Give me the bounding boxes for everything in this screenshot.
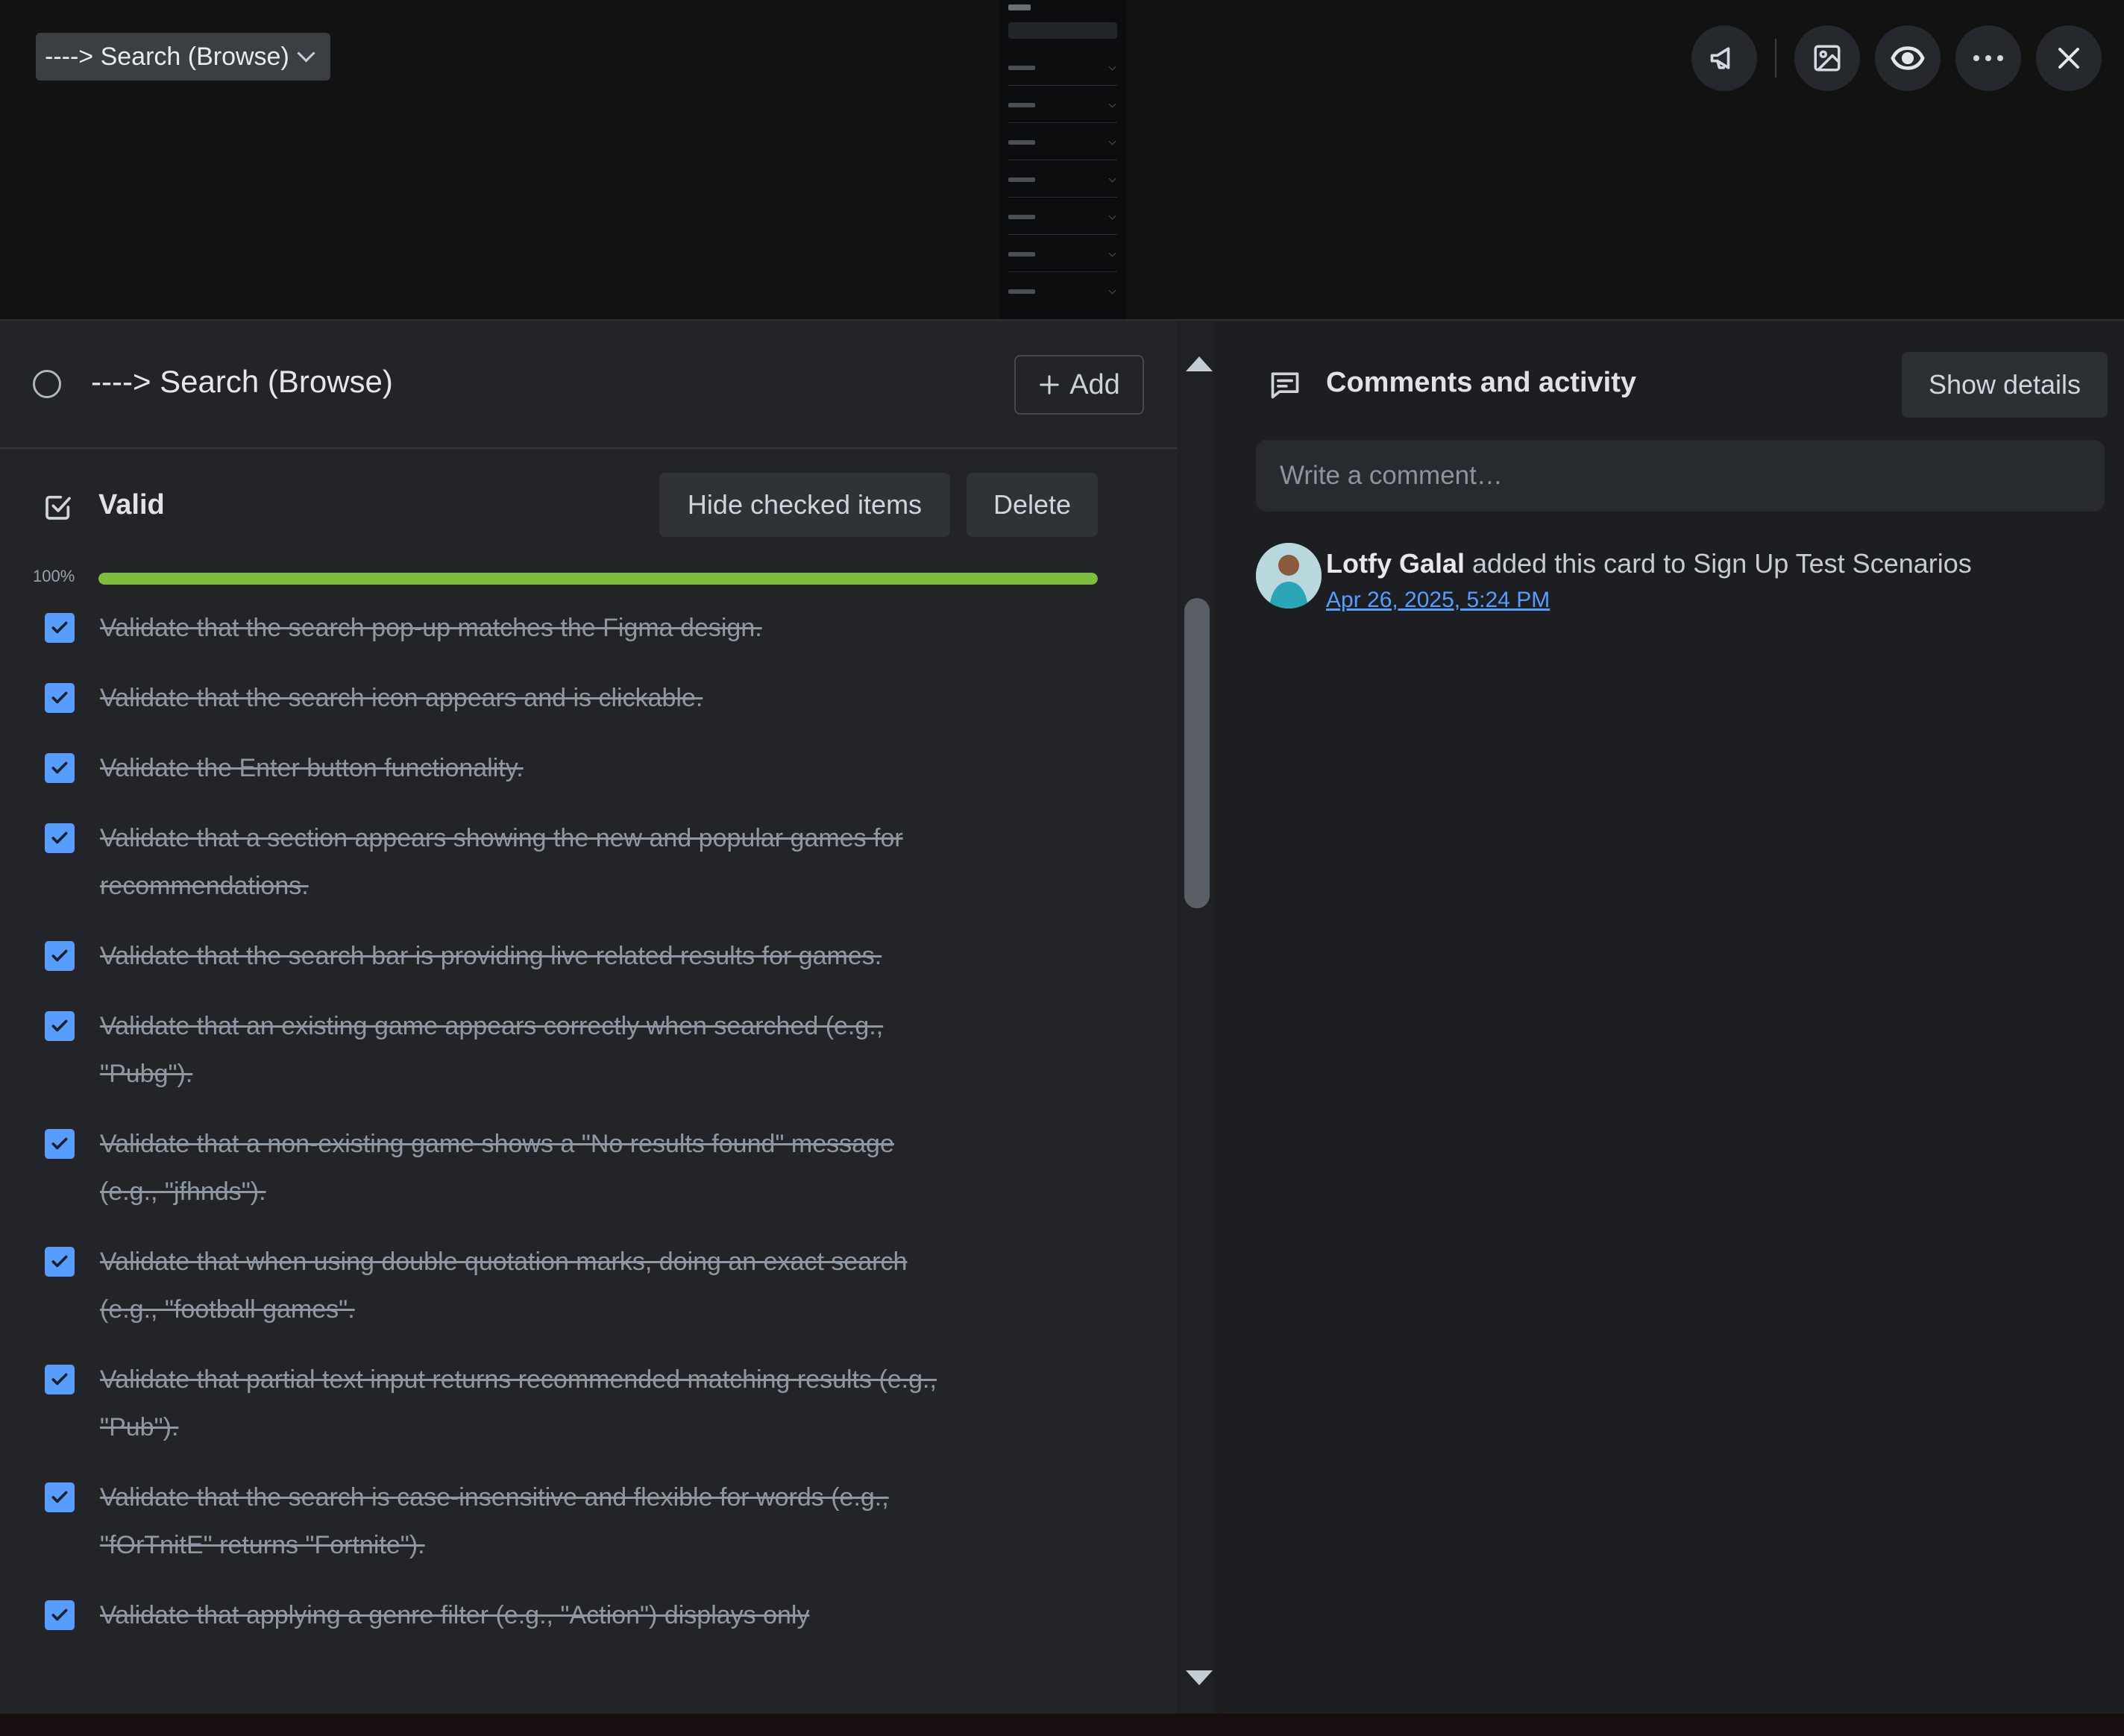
checklist-item[interactable]: Validate that partial text input returns… [0,1356,1119,1451]
card-title[interactable]: ----> Search (Browse) [91,364,393,400]
checklist-item[interactable]: Validate that the search icon appears an… [0,674,1119,722]
checklist-item[interactable]: Validate that an existing game appears c… [0,1002,1119,1098]
checklist-items: Validate that the search pop-up matches … [0,604,1119,1661]
checklist-item-text[interactable]: Validate that partial text input returns… [100,1356,943,1451]
checklist-header: Valid Hide checked items Delete [0,473,1119,544]
chevron-down-icon [297,43,315,63]
checkmark-icon [51,831,68,844]
checklist-item[interactable]: Validate that a non-existing game shows … [0,1120,1119,1215]
list-selector-label: ----> Search (Browse) [45,42,289,71]
checkbox[interactable] [45,1482,75,1512]
show-details-button[interactable]: Show details [1902,352,2108,418]
card-cover: ----> Search (Browse) [0,0,2124,321]
checkbox[interactable] [45,1365,75,1394]
add-button-label: Add [1069,368,1120,400]
comments-panel: Comments and activity Show details Write… [1223,321,2124,1714]
close-button[interactable] [2036,25,2102,91]
close-icon [2058,48,2079,69]
checkmark-icon [51,691,68,704]
more-icon [1973,55,2003,61]
checkmark-icon [51,1491,68,1503]
card-header: ----> Search (Browse) Add [0,321,1177,449]
checklist-item[interactable]: Validate that the search is case-insensi… [0,1474,1119,1569]
progress-bar [98,573,1098,585]
list-selector-button[interactable]: ----> Search (Browse) [36,33,330,81]
megaphone-button[interactable] [1691,25,1757,91]
checklist-item-text[interactable]: Validate that a non-existing game shows … [100,1120,943,1215]
add-button[interactable]: Add [1014,355,1144,415]
comments-title: Comments and activity [1326,367,1636,398]
scroll-up-arrow-icon[interactable] [1186,356,1213,371]
checkmark-icon [51,621,68,634]
checkbox[interactable] [45,1011,75,1041]
checklist-title[interactable]: Valid [98,489,165,521]
checkbox[interactable] [45,1247,75,1277]
image-icon [1814,45,1841,72]
checkmark-icon [51,761,68,774]
checkmark-icon [51,1608,68,1621]
checklist-item-text[interactable]: Validate that the search bar is providin… [100,932,943,980]
checklist-item[interactable]: Validate that applying a genre filter (e… [0,1591,1119,1639]
checklist-item-text[interactable]: Validate that applying a genre filter (e… [100,1591,943,1639]
cover-image-button[interactable] [1794,25,1860,91]
checklist-item-text[interactable]: Validate that when using double quotatio… [100,1238,943,1333]
more-actions-button[interactable] [1955,25,2021,91]
checkmark-icon [51,1373,68,1386]
comment-icon [1271,372,1299,399]
eye-icon [1891,46,1925,70]
delete-checklist-button[interactable]: Delete [967,473,1098,537]
checkmark-icon [51,1137,68,1150]
avatar[interactable] [1256,543,1322,608]
checklist-item-text[interactable]: Validate the Enter button functionality. [100,744,943,792]
hide-checked-button[interactable]: Hide checked items [659,473,950,537]
checklist-item[interactable]: Validate that the search bar is providin… [0,932,1119,980]
checklist-item-text[interactable]: Validate that an existing game appears c… [100,1002,943,1098]
checkbox[interactable] [45,1600,75,1630]
cover-image-preview [999,0,1126,319]
megaphone-icon [1710,47,1730,69]
complete-toggle-icon[interactable] [33,370,61,398]
checklist-item-text[interactable]: Validate that the search pop-up matches … [100,604,943,652]
checklist-icon [45,495,71,520]
checkbox[interactable] [45,753,75,783]
checkmark-icon [51,1019,68,1032]
activity-user[interactable]: Lotfy Galal [1326,548,1465,579]
scroll-thumb[interactable] [1184,598,1210,908]
checkbox[interactable] [45,941,75,971]
activity-date-link[interactable]: Apr 26, 2025, 5:24 PM [1326,588,1550,613]
checkbox[interactable] [45,1129,75,1159]
checklist-item-text[interactable]: Validate that a section appears showing … [100,814,943,910]
comment-input[interactable]: Write a comment… [1256,440,2105,512]
scrollbar[interactable] [1177,321,1214,1714]
bottom-edge [0,1714,2124,1736]
checklist-item-text[interactable]: Validate that the search is case-insensi… [100,1474,943,1569]
checklist-item[interactable]: Validate that when using double quotatio… [0,1238,1119,1333]
checkbox[interactable] [45,823,75,853]
checkmark-icon [51,1255,68,1268]
checkmark-icon [51,949,68,962]
checklist-item[interactable]: Validate that the search pop-up matches … [0,604,1119,652]
activity-action: added this card to Sign Up Test Scenario… [1465,548,1972,579]
scroll-down-arrow-icon[interactable] [1186,1670,1213,1685]
checklist-item-text[interactable]: Validate that the search icon appears an… [100,674,943,722]
progress-label: 100% [33,567,75,585]
progress-fill [98,573,1098,585]
checkbox[interactable] [45,683,75,713]
activity-entry: Lotfy Galal added this card to Sign Up T… [1326,544,1972,583]
checkbox[interactable] [45,613,75,643]
checklist-item[interactable]: Validate the Enter button functionality. [0,744,1119,792]
checklist-item[interactable]: Validate that a section appears showing … [0,814,1119,910]
watch-button[interactable] [1875,25,1941,91]
card-detail-panel: ----> Search (Browse) Add Valid Hide che… [0,321,1177,1714]
plus-icon [1040,375,1059,394]
